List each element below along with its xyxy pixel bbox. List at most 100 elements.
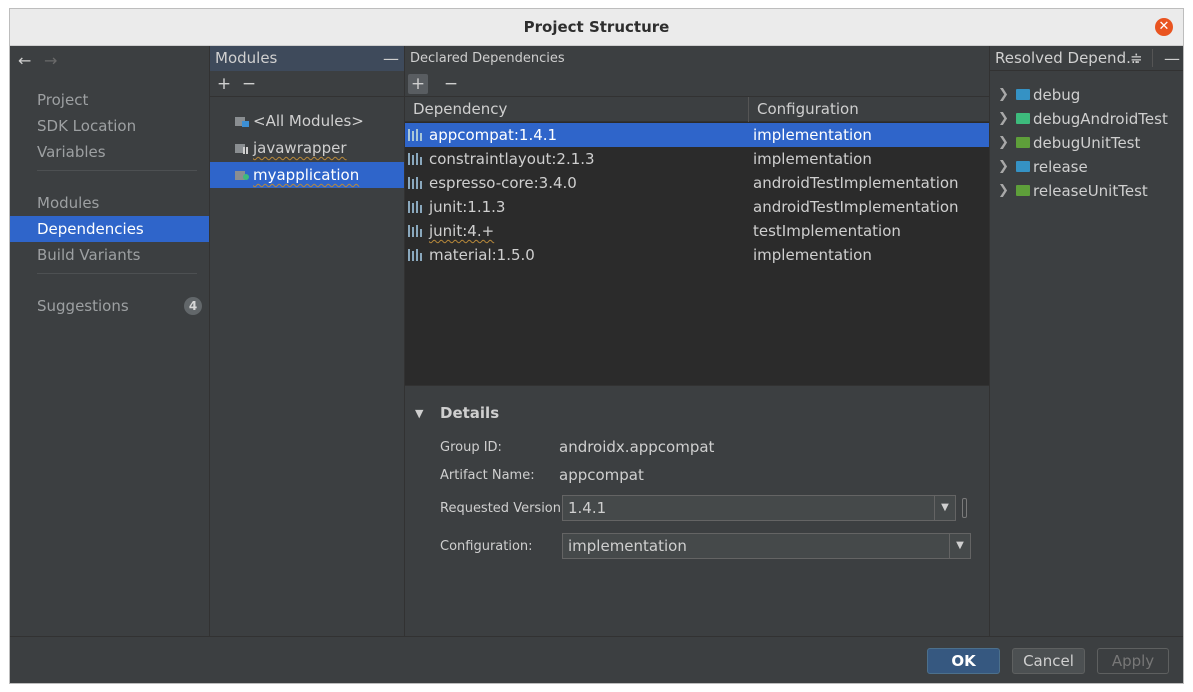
tree-item-label: debugAndroidTest bbox=[1033, 110, 1168, 128]
chevron-right-icon[interactable]: ❯ bbox=[998, 131, 1009, 155]
window-title: Project Structure bbox=[523, 18, 670, 36]
forward-arrow-icon[interactable]: → bbox=[44, 51, 57, 70]
tree-item-label: debug bbox=[1033, 86, 1081, 104]
dependency-configuration: androidTestImplementation bbox=[753, 198, 959, 216]
nav-divider bbox=[37, 273, 197, 274]
nav-item-variables[interactable]: Variables bbox=[10, 139, 209, 165]
tree-item-release-unit-test[interactable]: ❯ releaseUnitTest bbox=[990, 179, 1183, 203]
library-icon bbox=[408, 225, 422, 237]
chevron-down-icon[interactable]: ▼ bbox=[949, 534, 970, 558]
configuration-combo[interactable]: implementation ▼ bbox=[562, 533, 971, 559]
dependency-configuration: implementation bbox=[753, 150, 872, 168]
table-row[interactable]: material:1.5.0 implementation bbox=[405, 243, 989, 267]
add-dependency-button[interactable]: + bbox=[408, 74, 428, 94]
requested-version-combo[interactable]: 1.4.1 ▼ bbox=[562, 495, 956, 521]
project-structure-dialog: Project Structure ✕ ← → Project SDK Loca… bbox=[9, 8, 1184, 684]
dependency-name: espresso-core:3.4.0 bbox=[429, 174, 577, 192]
java-module-icon bbox=[235, 144, 248, 154]
folder-icon bbox=[1016, 185, 1030, 196]
modules-toolbar: + − bbox=[210, 71, 404, 97]
nav-item-build-variants[interactable]: Build Variants bbox=[10, 242, 209, 268]
tree-item-debug-unit-test[interactable]: ❯ debugUnitTest bbox=[990, 131, 1183, 155]
nav-item-dependencies[interactable]: Dependencies bbox=[10, 216, 209, 242]
module-item-javawrapper[interactable]: javawrapper bbox=[210, 135, 404, 161]
nav-item-project[interactable]: Project bbox=[10, 87, 209, 113]
back-arrow-icon[interactable]: ← bbox=[18, 51, 31, 70]
chevron-right-icon[interactable]: ❯ bbox=[998, 107, 1009, 131]
title-bar: Project Structure ✕ bbox=[10, 9, 1183, 46]
artifact-name-label: Artifact Name: bbox=[440, 468, 535, 483]
remove-dependency-button[interactable]: − bbox=[441, 74, 461, 94]
details-section: ▼ Details Group ID: androidx.appcompat A… bbox=[405, 386, 989, 636]
dependency-name: junit:4.+ bbox=[429, 222, 495, 240]
collapse-icon[interactable]: — bbox=[1164, 46, 1180, 71]
folder-icon bbox=[1016, 137, 1030, 148]
settings-nav: ← → Project SDK Location Variables Modul… bbox=[10, 46, 210, 636]
ok-button[interactable]: OK bbox=[927, 648, 1000, 674]
configuration-value: implementation bbox=[568, 537, 687, 555]
column-header-dependency[interactable]: Dependency bbox=[413, 97, 507, 122]
dependency-configuration: testImplementation bbox=[753, 222, 901, 240]
resolved-dependencies-panel: Resolved Depend... ≑ — ❯ debug ❯ debugAn… bbox=[989, 46, 1183, 636]
chevron-right-icon[interactable]: ❯ bbox=[998, 155, 1009, 179]
library-icon bbox=[408, 153, 422, 165]
nav-item-modules[interactable]: Modules bbox=[10, 190, 209, 216]
folder-icon bbox=[1016, 89, 1030, 100]
module-label: javawrapper bbox=[253, 139, 347, 157]
chevron-right-icon[interactable]: ❯ bbox=[998, 83, 1009, 107]
tree-item-release[interactable]: ❯ release bbox=[990, 155, 1183, 179]
dependency-name: material:1.5.0 bbox=[429, 246, 535, 264]
cancel-button[interactable]: Cancel bbox=[1012, 648, 1085, 674]
library-icon bbox=[408, 129, 422, 141]
collapse-icon[interactable]: — bbox=[383, 46, 399, 71]
remove-module-button[interactable]: − bbox=[239, 74, 259, 94]
resolved-header-label: Resolved Depend... bbox=[995, 49, 1141, 67]
requested-version-value: 1.4.1 bbox=[568, 499, 607, 517]
module-label: myapplication bbox=[253, 166, 360, 184]
dependency-name: junit:1.1.3 bbox=[429, 198, 506, 216]
declared-dependencies-panel: Declared Dependencies + − Dependency Con… bbox=[405, 46, 989, 636]
chevron-down-icon[interactable]: ▼ bbox=[934, 496, 955, 520]
close-icon[interactable]: ✕ bbox=[1155, 18, 1173, 36]
column-divider[interactable] bbox=[748, 97, 749, 122]
tree-item-label: release bbox=[1033, 158, 1088, 176]
group-id-label: Group ID: bbox=[440, 440, 502, 455]
module-item-all[interactable]: <All Modules> bbox=[210, 108, 404, 134]
declared-dependencies-header: Declared Dependencies bbox=[405, 46, 989, 71]
nav-divider bbox=[37, 170, 197, 171]
column-header-configuration[interactable]: Configuration bbox=[757, 97, 859, 122]
header-divider bbox=[1152, 49, 1153, 67]
dialog-footer: OK Cancel Apply bbox=[10, 636, 1183, 683]
suggestions-count-badge: 4 bbox=[184, 297, 202, 315]
collapse-all-icon[interactable]: ≑ bbox=[1130, 46, 1143, 71]
dependency-configuration: implementation bbox=[753, 246, 872, 264]
table-row[interactable]: junit:1.1.3 androidTestImplementation bbox=[405, 195, 989, 219]
table-row[interactable]: espresso-core:3.4.0 androidTestImplement… bbox=[405, 171, 989, 195]
dependency-configuration: androidTestImplementation bbox=[753, 174, 959, 192]
artifact-name-value: appcompat bbox=[559, 466, 644, 484]
dependency-name: appcompat:1.4.1 bbox=[429, 126, 558, 144]
library-icon bbox=[408, 201, 422, 213]
configuration-label: Configuration: bbox=[440, 539, 533, 554]
module-item-myapplication[interactable]: myapplication bbox=[210, 162, 404, 188]
module-label: <All Modules> bbox=[253, 112, 364, 130]
chevron-right-icon[interactable]: ❯ bbox=[998, 179, 1009, 203]
dependency-configuration: implementation bbox=[753, 126, 872, 144]
table-row[interactable]: appcompat:1.4.1 implementation bbox=[405, 123, 989, 147]
library-icon bbox=[408, 249, 422, 261]
collapse-triangle-icon[interactable]: ▼ bbox=[415, 407, 423, 420]
add-module-button[interactable]: + bbox=[214, 74, 234, 94]
library-icon bbox=[408, 177, 422, 189]
folder-icon bbox=[1016, 113, 1030, 124]
tree-item-label: releaseUnitTest bbox=[1033, 182, 1148, 200]
version-status-indicator bbox=[962, 498, 967, 518]
tree-item-debug[interactable]: ❯ debug bbox=[990, 83, 1183, 107]
apply-button[interactable]: Apply bbox=[1097, 648, 1169, 674]
modules-panel: Modules — + − <All Modules> javawrapper … bbox=[210, 46, 405, 636]
table-row[interactable]: constraintlayout:2.1.3 implementation bbox=[405, 147, 989, 171]
table-row[interactable]: junit:4.+ testImplementation bbox=[405, 219, 989, 243]
nav-item-suggestions[interactable]: Suggestions bbox=[10, 293, 209, 319]
details-title: Details bbox=[440, 404, 500, 422]
nav-item-sdk-location[interactable]: SDK Location bbox=[10, 113, 209, 139]
tree-item-debug-android-test[interactable]: ❯ debugAndroidTest bbox=[990, 107, 1183, 131]
